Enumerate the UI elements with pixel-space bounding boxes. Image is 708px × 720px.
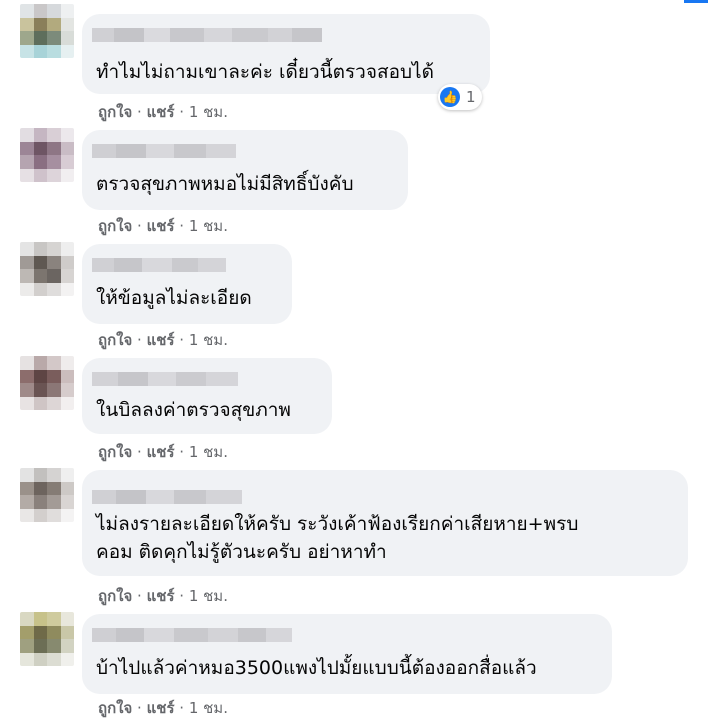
author-name-blurred[interactable] (92, 28, 322, 42)
comment-text: ให้ข้อมูลไม่ละเอียด (96, 287, 252, 309)
reaction-count[interactable]: 👍 1 (438, 84, 482, 110)
avatar[interactable] (20, 4, 74, 58)
timestamp[interactable]: 1 ชม. (189, 443, 228, 461)
comment-actions: ถูกใจ · แชร์ · 1 ชม. (98, 587, 228, 605)
comment-actions: ถูกใจ · แชร์ · 1 ชม. (98, 103, 228, 121)
comment-text-line: ไม่ลงรายละเอียดให้ครับ ระวังเค้าฟ้องเรีย… (96, 513, 579, 535)
comment-text: ในบิลลงค่าตรวจสุขภาพ (96, 399, 291, 421)
avatar[interactable] (20, 356, 74, 410)
comment-bubble: ไม่ลงรายละเอียดให้ครับ ระวังเค้าฟ้องเรีย… (82, 470, 688, 576)
comment-bubble: บ้าไปแล้วค่าหมอ3500แพงไปมั้ยแบบนี้ต้องออ… (82, 614, 612, 694)
comment-actions: ถูกใจ · แชร์ · 1 ชม. (98, 699, 228, 717)
timestamp[interactable]: 1 ชม. (189, 699, 228, 717)
share-link[interactable]: แชร์ (147, 443, 175, 461)
share-link[interactable]: แชร์ (147, 217, 175, 235)
timestamp[interactable]: 1 ชม. (189, 331, 228, 349)
comment-actions: ถูกใจ · แชร์ · 1 ชม. (98, 443, 228, 461)
like-link[interactable]: ถูกใจ (98, 217, 132, 235)
comment-bubble: ให้ข้อมูลไม่ละเอียด (82, 244, 292, 324)
avatar[interactable] (20, 242, 74, 296)
author-name-blurred[interactable] (92, 372, 238, 386)
comment-bubble: ตรวจสุขภาพหมอไม่มีสิทธิ์บังคับ (82, 130, 408, 210)
comment-actions: ถูกใจ · แชร์ · 1 ชม. (98, 331, 228, 349)
comment-text: ทำไมไม่ถามเขาละค่ะ เดี๋ยวนี้ตรวจสอบได้ (96, 61, 434, 83)
like-link[interactable]: ถูกใจ (98, 443, 132, 461)
timestamp[interactable]: 1 ชม. (189, 103, 228, 121)
like-link[interactable]: ถูกใจ (98, 103, 132, 121)
timestamp[interactable]: 1 ชม. (189, 587, 228, 605)
avatar[interactable] (20, 612, 74, 666)
share-link[interactable]: แชร์ (147, 587, 175, 605)
comment-actions: ถูกใจ · แชร์ · 1 ชม. (98, 217, 228, 235)
comment-text-line: คอม ติดคุกไม่รู้ตัวนะครับ อย่าหาทำ (96, 541, 387, 563)
share-link[interactable]: แชร์ (147, 103, 175, 121)
avatar[interactable] (20, 128, 74, 182)
like-link[interactable]: ถูกใจ (98, 699, 132, 717)
like-link[interactable]: ถูกใจ (98, 331, 132, 349)
comment-text: ตรวจสุขภาพหมอไม่มีสิทธิ์บังคับ (96, 173, 354, 195)
author-name-blurred[interactable] (92, 144, 236, 158)
comment-bubble: ในบิลลงค่าตรวจสุขภาพ (82, 358, 332, 434)
like-link[interactable]: ถูกใจ (98, 587, 132, 605)
timestamp[interactable]: 1 ชม. (189, 217, 228, 235)
author-name-blurred[interactable] (92, 490, 242, 504)
share-link[interactable]: แชร์ (147, 699, 175, 717)
author-name-blurred[interactable] (92, 258, 226, 272)
author-name-blurred[interactable] (92, 628, 292, 642)
avatar[interactable] (20, 468, 74, 522)
accent-bar (684, 0, 708, 3)
comment-text: บ้าไปแล้วค่าหมอ3500แพงไปมั้ยแบบนี้ต้องออ… (96, 657, 537, 679)
comment-bubble: ทำไมไม่ถามเขาละค่ะ เดี๋ยวนี้ตรวจสอบได้ (82, 14, 490, 94)
share-link[interactable]: แชร์ (147, 331, 175, 349)
like-icon: 👍 (440, 87, 460, 107)
